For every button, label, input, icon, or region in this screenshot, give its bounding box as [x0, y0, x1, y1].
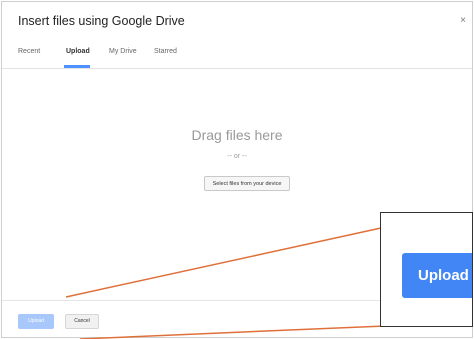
tab-recent[interactable]: Recent: [18, 48, 40, 55]
active-tab-indicator: [64, 65, 90, 68]
close-icon[interactable]: ×: [460, 15, 466, 26]
upload-button[interactable]: Upload: [18, 314, 54, 329]
cancel-button[interactable]: Cancel: [65, 314, 99, 329]
zoom-callout: Upload: [380, 212, 473, 327]
zoomed-upload-button: Upload: [402, 253, 472, 298]
dialog-title: Insert files using Google Drive: [18, 14, 185, 28]
tab-bar: Recent Upload My Drive Starred: [2, 42, 472, 69]
select-files-button[interactable]: Select files from your device: [204, 176, 290, 191]
tab-starred[interactable]: Starred: [154, 48, 177, 55]
tab-upload[interactable]: Upload: [66, 48, 90, 55]
tab-my-drive[interactable]: My Drive: [109, 48, 137, 55]
drag-files-heading: Drag files here: [191, 127, 283, 143]
or-separator: -- or --: [227, 153, 247, 160]
